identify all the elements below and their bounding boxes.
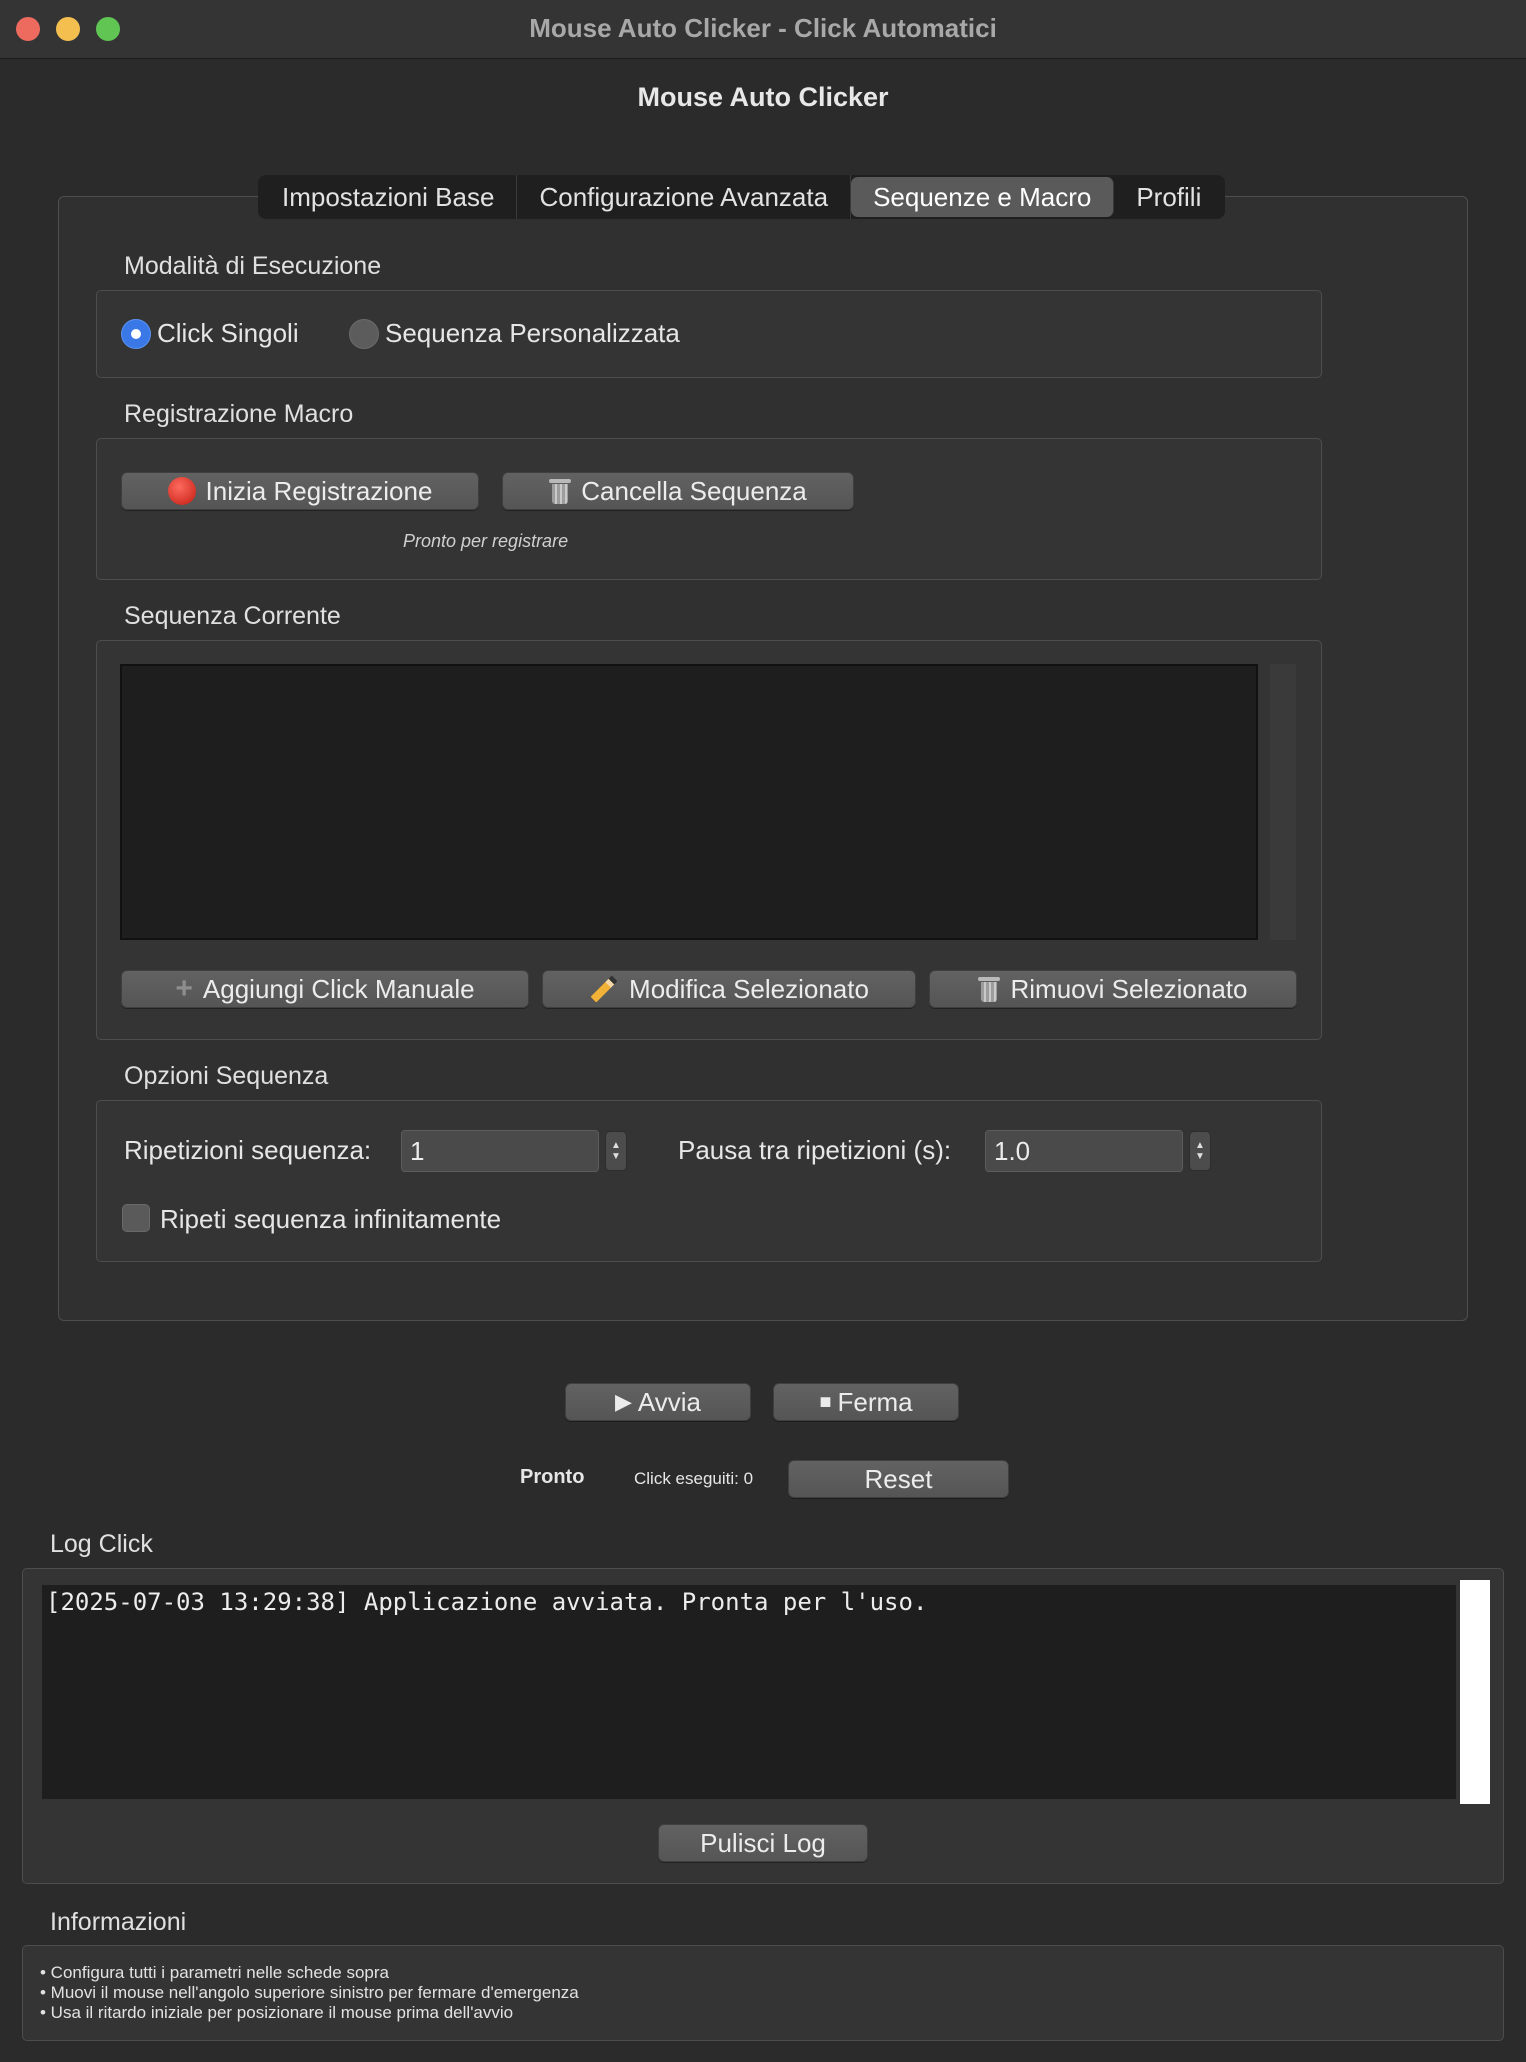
recording-status: Pronto per registrare (403, 531, 569, 551)
tab-impostazioni-base[interactable]: Impostazioni Base (260, 175, 518, 219)
radio-selected-icon (121, 318, 151, 349)
start-button[interactable]: ▶ Avvia (565, 1383, 751, 1421)
stop-button[interactable]: ■ Ferma (773, 1383, 959, 1421)
remove-selected-button[interactable]: Rimuovi Selezionato (929, 970, 1297, 1008)
repeat-stepper[interactable]: ▲ ▼ (605, 1131, 627, 1171)
edit-selected-button[interactable]: Modifica Selezionato (542, 970, 916, 1008)
clear-log-button[interactable]: Pulisci Log (658, 1824, 868, 1862)
radio-sequenza-personalizzata[interactable]: Sequenza Personalizzata (349, 318, 680, 349)
pause-input[interactable]: 1.0 (985, 1130, 1183, 1172)
pause-stepper[interactable]: ▲ ▼ (1189, 1131, 1211, 1171)
sequence-section-label: Sequenza Corrente (124, 602, 341, 630)
app-heading: Mouse Auto Clicker (637, 82, 889, 112)
infinite-repeat-checkbox[interactable] (122, 1204, 150, 1232)
radio-click-singoli-label: Click Singoli (157, 318, 299, 348)
start-button-label: Avvia (637, 1386, 702, 1417)
log-scrollbar[interactable] (1460, 1580, 1490, 1804)
info-line: • Usa il ritardo iniziale per posizionar… (40, 2003, 514, 2022)
chevron-up-icon: ▲ (611, 1140, 621, 1151)
clear-sequence-button[interactable]: Cancella Sequenza (502, 472, 854, 510)
options-section-label: Opzioni Sequenza (124, 1062, 329, 1090)
log-section-label: Log Click (50, 1530, 153, 1558)
trash-icon (549, 477, 572, 505)
tab-configurazione-avanzata[interactable]: Configurazione Avanzata (517, 175, 852, 219)
chevron-down-icon: ▼ (1195, 1151, 1205, 1162)
add-manual-click-label: Aggiungi Click Manuale (202, 973, 475, 1004)
tab-bar: Impostazioni Base Configurazione Avanzat… (258, 175, 1226, 219)
clear-sequence-label: Cancella Sequenza (581, 475, 807, 506)
window-title: Mouse Auto Clicker - Click Automatici (529, 13, 997, 43)
stop-button-label: Ferma (837, 1386, 913, 1417)
options-group (96, 1100, 1322, 1262)
trash-icon (978, 975, 1001, 1003)
reset-button[interactable]: Reset (788, 1460, 1009, 1498)
info-line: • Configura tutti i parametri nelle sche… (40, 1963, 389, 1982)
info-section-label: Informazioni (50, 1908, 187, 1936)
macro-section-label: Registrazione Macro (124, 400, 354, 428)
log-line: [2025-07-03 13:29:38] Applicazione avvia… (46, 1588, 928, 1616)
remove-selected-label: Rimuovi Selezionato (1010, 973, 1248, 1004)
add-manual-click-button[interactable]: + Aggiungi Click Manuale (121, 970, 529, 1008)
play-icon: ▶ (614, 1389, 632, 1414)
chevron-up-icon: ▲ (1195, 1140, 1205, 1151)
mode-section-label: Modalità di Esecuzione (124, 252, 382, 280)
repeat-input[interactable]: 1 (401, 1130, 599, 1172)
pencil-icon (589, 975, 619, 1003)
record-icon (167, 477, 196, 505)
sequence-list[interactable] (120, 664, 1258, 940)
infinite-repeat-label: Ripeti sequenza infinitamente (160, 1204, 502, 1234)
sequence-list-scrollbar[interactable] (1270, 664, 1296, 940)
chevron-down-icon: ▼ (611, 1151, 621, 1162)
pause-label: Pausa tra ripetizioni (s): (678, 1135, 952, 1165)
radio-unselected-icon (349, 318, 379, 349)
title-bar: Mouse Auto Clicker - Click Automatici (0, 0, 1526, 59)
plus-icon: + (175, 972, 193, 1005)
tab-profili[interactable]: Profili (1114, 175, 1223, 219)
run-status: Pronto (520, 1466, 585, 1488)
radio-sequenza-personalizzata-label: Sequenza Personalizzata (385, 318, 680, 348)
stop-icon: ■ (819, 1390, 832, 1413)
radio-click-singoli[interactable]: Click Singoli (121, 318, 299, 349)
repeat-label: Ripetizioni sequenza: (124, 1135, 372, 1165)
tab-sequenze-e-macro[interactable]: Sequenze e Macro (851, 177, 1115, 217)
start-recording-button[interactable]: Inizia Registrazione (121, 472, 479, 510)
log-textbox[interactable]: [2025-07-03 13:29:38] Applicazione avvia… (42, 1585, 1456, 1799)
info-line: • Muovi il mouse nell'angolo superiore s… (40, 1983, 579, 2002)
click-count: Click eseguiti: 0 (634, 1469, 754, 1488)
info-list: • Configura tutti i parametri nelle sche… (40, 1963, 579, 2023)
start-recording-label: Inizia Registrazione (205, 475, 433, 506)
edit-selected-label: Modifica Selezionato (629, 973, 869, 1004)
